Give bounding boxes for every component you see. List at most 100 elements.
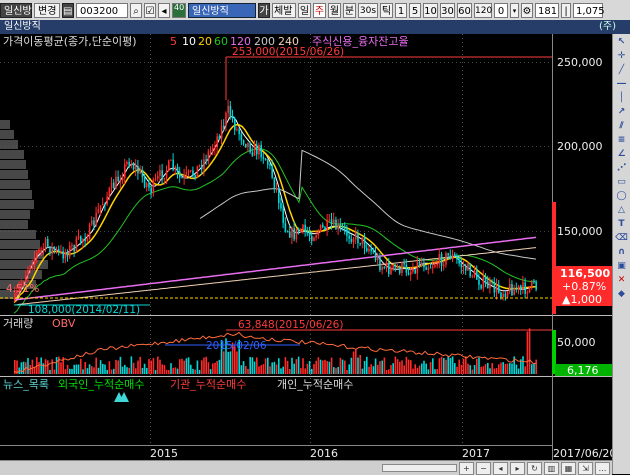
candle-body [84,239,86,241]
period-button-10[interactable]: 10 [423,2,438,18]
mode-tab-4[interactable]: 월 [328,2,341,18]
fibonacci-icon[interactable]: ≡ [615,134,628,146]
stock-name-field[interactable]: 일신방직 [188,2,256,18]
mode-tab-1[interactable]: 체발 [272,2,296,18]
candle-body [322,224,324,227]
candle-body [533,280,535,282]
candle-body [425,267,427,270]
volume-bar [366,356,368,374]
ratio-input[interactable]: 1,075 [573,2,605,18]
mode-tab-7[interactable]: 틱 [380,2,393,18]
item-type-button[interactable]: 일신방 [0,2,32,18]
scroll-right-icon[interactable]: ▸ [510,461,525,475]
volume-bar [535,359,537,374]
volume-max-annotation: 63,848(2015/06/26) [238,319,343,331]
grid-icon[interactable]: ▦ [561,461,576,475]
hline-icon[interactable]: ― [615,78,628,90]
candle-body [399,267,401,273]
delete-icon[interactable]: ✕ [615,274,628,286]
arrow-tool-icon[interactable]: ↗ [615,106,628,118]
candle-body [36,252,38,258]
trend-line-icon[interactable]: ╱ [615,64,628,76]
volume-bar [80,358,82,374]
candle-body [363,237,366,249]
candle-body [124,163,126,178]
count-input[interactable]: 0 [494,2,508,18]
export-icon[interactable]: ⇲ [578,461,593,475]
candle-body [392,264,394,268]
candle-body [396,267,399,269]
mode-tab-3[interactable]: 주 [313,2,326,18]
candle-body [460,263,463,268]
volume-bar [128,367,130,374]
candle-body [51,247,53,254]
ma-legend-120: 120 [230,35,251,48]
ellipse-icon[interactable]: ◯ [615,190,628,202]
candle-body [269,164,271,166]
range-input[interactable]: 181 [535,2,559,18]
change-dropdown[interactable]: 변경 [34,2,60,18]
rectangle-icon[interactable]: ▭ [615,176,628,188]
candle-body [27,269,29,276]
candle-body [95,212,97,226]
mode-tab-5[interactable]: 분 [343,2,356,18]
crosshair-icon[interactable]: ✛ [615,50,628,62]
chart-canvas[interactable]: 253,000(2015/06/26) 4.51% 108,000(2014/0… [0,34,612,460]
profile-bar-8 [0,200,34,209]
volume-bar [445,359,447,374]
volume-bar [209,369,212,374]
bar-chart-icon[interactable]: ▥ [544,461,559,475]
refresh-icon[interactable]: ↻ [527,461,542,475]
candle-body [227,105,229,113]
text-tool-icon[interactable]: T [615,218,628,230]
vline-icon[interactable]: │ [615,92,628,104]
chart-title: 일신방직 [4,21,41,32]
candle-body [407,272,410,275]
candle-body [135,166,137,170]
candle-body [432,266,434,268]
magnet-icon[interactable]: ∩ [615,246,628,258]
period-button-120[interactable]: 120 [474,2,492,18]
volume-bar [438,358,441,374]
zoom-in-icon[interactable]: + [459,461,474,475]
horizontal-scrollbar[interactable] [382,464,457,472]
triangle-icon[interactable]: △ [615,204,628,216]
zoom-out-icon[interactable]: − [476,461,491,475]
scale-icon[interactable]: | [561,2,571,18]
mode-tab-6[interactable]: 30s [358,2,378,18]
period-button-1[interactable]: 1 [395,2,407,18]
candle-body [38,249,40,253]
period-button-30[interactable]: 30 [440,2,455,18]
angle-icon[interactable]: ∠ [615,148,628,160]
palette-icon[interactable]: ◆ [615,288,628,300]
menu-icon[interactable]: ▤ [62,2,74,18]
volume-bar [363,361,366,374]
volume-bar [326,361,328,374]
period-button-60[interactable]: 60 [457,2,472,18]
scroll-left-icon[interactable]: ◂ [493,461,508,475]
lock-icon[interactable]: ▣ [615,260,628,272]
search-icon[interactable]: ⌕ [130,2,142,18]
stock-code-input[interactable]: 003200 [76,2,128,18]
volume-bar [346,369,348,374]
chart-title-bar: 일신방직 (주) [0,20,630,34]
more-icon[interactable]: … [595,461,610,475]
prev-icon[interactable]: ◂ [158,2,170,18]
mode-tab-2[interactable]: 일 [298,2,311,18]
fan-icon[interactable]: ⋰ [615,162,628,174]
eraser-icon[interactable]: ⌫ [615,232,628,244]
spin-icon[interactable]: ▾ [510,2,519,18]
ma-legend-60: 60 [214,35,228,48]
candle-body [418,262,421,267]
volume-bar [319,359,322,374]
mode-tab-0[interactable]: 가 [258,2,270,18]
cursor-icon[interactable]: ↖ [615,36,628,48]
candle-body [117,176,119,182]
settings-icon[interactable]: ⚙ [521,2,533,18]
volume-bar [528,328,531,374]
checkbox-icon[interactable]: ☑ [144,2,156,18]
period-button-5[interactable]: 5 [409,2,421,18]
volume-bar [416,367,419,374]
candle-body [216,136,218,147]
channel-icon[interactable]: ⫽ [615,120,628,132]
